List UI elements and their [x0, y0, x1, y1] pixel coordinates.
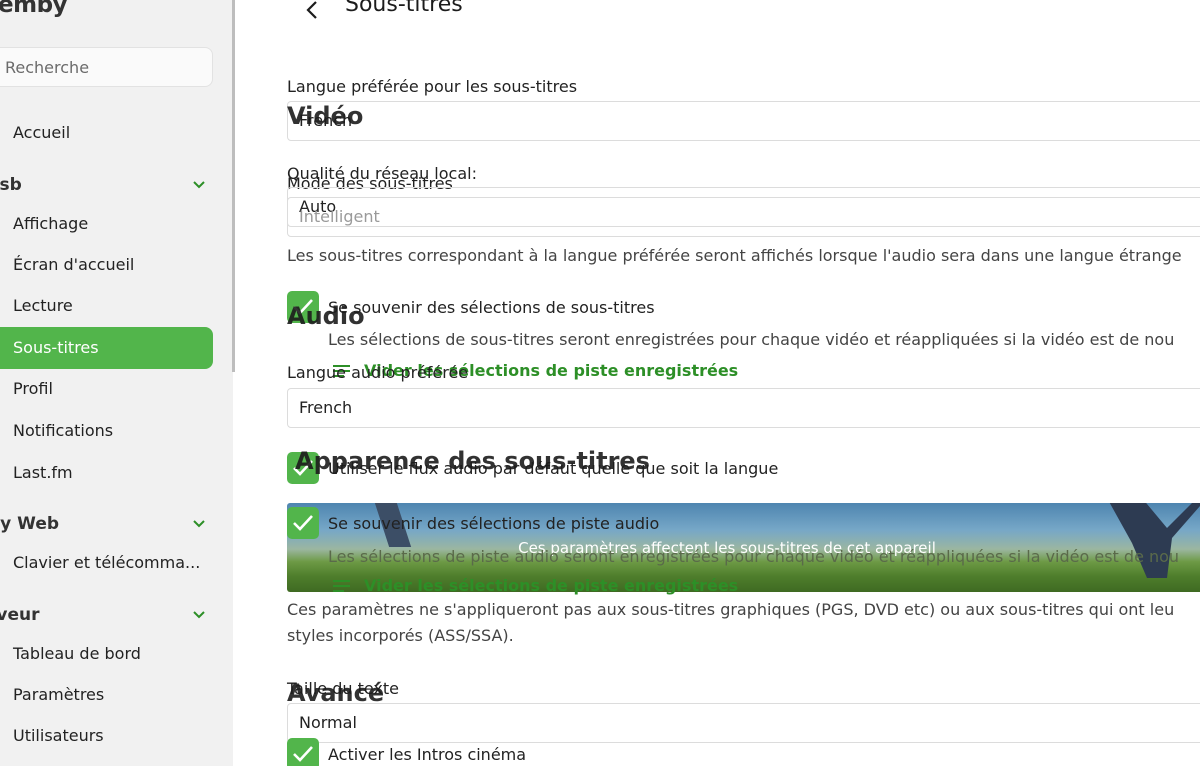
sidebar-item-lastfm[interactable]: Last.fm — [0, 452, 213, 494]
sidebar-item-users[interactable]: Utilisateurs — [0, 715, 213, 757]
sidebar-item-home[interactable]: Accueil — [0, 112, 213, 154]
audio-heading: Audio — [287, 302, 365, 330]
sidebar-item-label: Profil — [13, 379, 53, 398]
sidebar-item-label: Sous-titres — [13, 338, 99, 357]
text-size-select[interactable]: Normal — [287, 703, 1200, 743]
sidebar-item-notifications[interactable]: Notifications — [0, 410, 213, 452]
chevron-down-icon — [193, 611, 205, 619]
sidebar-section-server[interactable]: rveur — [0, 600, 213, 630]
remember-audio-label: Se souvenir des sélections de piste audi… — [328, 514, 660, 533]
check-icon — [293, 746, 313, 762]
sidebar-section-web[interactable]: by Web — [0, 509, 213, 539]
sidebar-item-display[interactable]: Affichage — [0, 203, 213, 245]
sidebar-item-profile[interactable]: Profil — [0, 368, 213, 410]
sidebar-item-label: Paramètres — [13, 685, 105, 704]
sidebar-item-subtitles[interactable]: Sous-titres — [0, 327, 213, 369]
chevron-down-icon — [193, 181, 205, 189]
sidebar-item-keyboard[interactable]: Clavier et télécomma... — [0, 542, 213, 584]
appearance-heading: Apparence des sous-titres — [295, 447, 650, 475]
graphic-subtitles-note-2: styles incorporés (ASS/SSA). — [287, 626, 514, 645]
sidebar-item-label: Accueil — [13, 123, 71, 142]
sidebar-item-label: Écran d'accueil — [13, 255, 135, 274]
audio-language-select[interactable]: French — [287, 388, 1200, 428]
remember-subtitles-description: Les sélections de sous-titres seront enr… — [328, 330, 1175, 349]
remember-audio-checkbox[interactable] — [287, 507, 319, 539]
page-title: Sous-titres — [345, 0, 463, 17]
cinema-intros-label: Activer les Intros cinéma — [328, 745, 527, 764]
cinema-intros-checkbox[interactable] — [287, 738, 319, 766]
back-arrow-icon[interactable] — [301, 0, 325, 22]
graphic-subtitles-note: Ces paramètres ne s'appliqueront pas aux… — [287, 600, 1175, 619]
sidebar-item-playback[interactable]: Lecture — [0, 285, 213, 327]
remember-subtitles-label: Se souvenir des sélections de sous-titre… — [328, 298, 655, 317]
sidebar-item-label: Tableau de bord — [13, 644, 141, 663]
list-icon — [333, 580, 350, 592]
sidebar: emby Accueil esb Affichage Écran d'accue… — [0, 0, 233, 766]
sidebar-section-title: esb — [0, 175, 22, 195]
subtitle-mode-description: Les sous-titres correspondant à la langu… — [287, 246, 1182, 265]
audio-language-label: Langue audio préférée — [287, 363, 469, 382]
sidebar-item-label: Last.fm — [13, 463, 73, 482]
settings-content: Sous-titres Langue préférée pour les sou… — [235, 0, 1200, 766]
sidebar-section-user[interactable]: esb — [0, 170, 213, 200]
sidebar-item-settings[interactable]: Paramètres — [0, 674, 213, 716]
subtitle-mode-select[interactable]: Intelligent — [287, 197, 1200, 237]
sidebar-item-home-screen[interactable]: Écran d'accueil — [0, 244, 213, 286]
sidebar-item-label: Utilisateurs — [13, 726, 104, 745]
subtitle-language-select[interactable]: French — [287, 101, 1200, 141]
check-icon — [293, 515, 313, 531]
video-heading: Vidéo — [287, 102, 364, 130]
chevron-down-icon — [193, 520, 205, 528]
search-input[interactable] — [0, 47, 213, 87]
clear-track-selections-link-2[interactable]: Vider les sélections de piste enregistré… — [364, 576, 738, 595]
sidebar-section-title: by Web — [0, 514, 60, 534]
sidebar-item-dashboard[interactable]: Tableau de bord — [0, 633, 213, 675]
emby-logo[interactable]: emby — [0, 0, 68, 18]
subtitle-language-label: Langue préférée pour les sous-titres — [287, 77, 578, 96]
sidebar-item-label: Lecture — [13, 296, 73, 315]
sidebar-item-label: Notifications — [13, 421, 114, 440]
sidebar-section-title: rveur — [0, 605, 40, 625]
remember-audio-description: Les sélections de piste audio seront enr… — [328, 547, 1180, 566]
sidebar-item-label: Affichage — [13, 214, 89, 233]
sidebar-item-label: Clavier et télécomma... — [13, 553, 201, 572]
